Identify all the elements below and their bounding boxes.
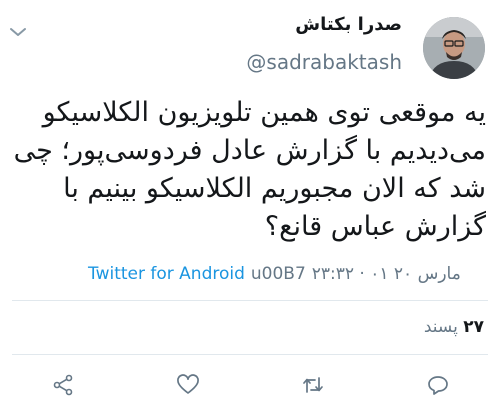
tweet-timestamp[interactable]: ۲۳:۳۲ · ۰۱ مارس ۲۰: [312, 264, 461, 284]
divider: [12, 300, 488, 301]
chevron-down-icon[interactable]: [8, 24, 28, 38]
tweet-source-link[interactable]: Twitter for Android: [88, 264, 245, 284]
retweet-icon[interactable]: [298, 370, 328, 400]
share-icon[interactable]: [48, 370, 78, 400]
tweet-meta: Twitter for Android u00B7 ۲۳:۳۲ · ۰۱ مار…: [88, 264, 461, 284]
action-bar: [0, 370, 500, 406]
likes-count: ۲۷: [463, 317, 484, 337]
divider: [12, 354, 488, 355]
heart-icon[interactable]: [173, 370, 203, 400]
avatar[interactable]: [423, 17, 485, 79]
reply-icon[interactable]: [423, 370, 453, 400]
likes-summary[interactable]: ۲۷ پسند: [424, 317, 484, 337]
likes-label: پسند: [423, 317, 458, 337]
user-handle[interactable]: @sadrabaktash: [246, 50, 402, 74]
display-name[interactable]: صدرا بکتاش: [295, 14, 402, 35]
tweet-text: یه موقعی توی همین تلویزیون الکلاسیکو می‌…: [5, 97, 486, 242]
separator: u00B7: [250, 264, 306, 284]
